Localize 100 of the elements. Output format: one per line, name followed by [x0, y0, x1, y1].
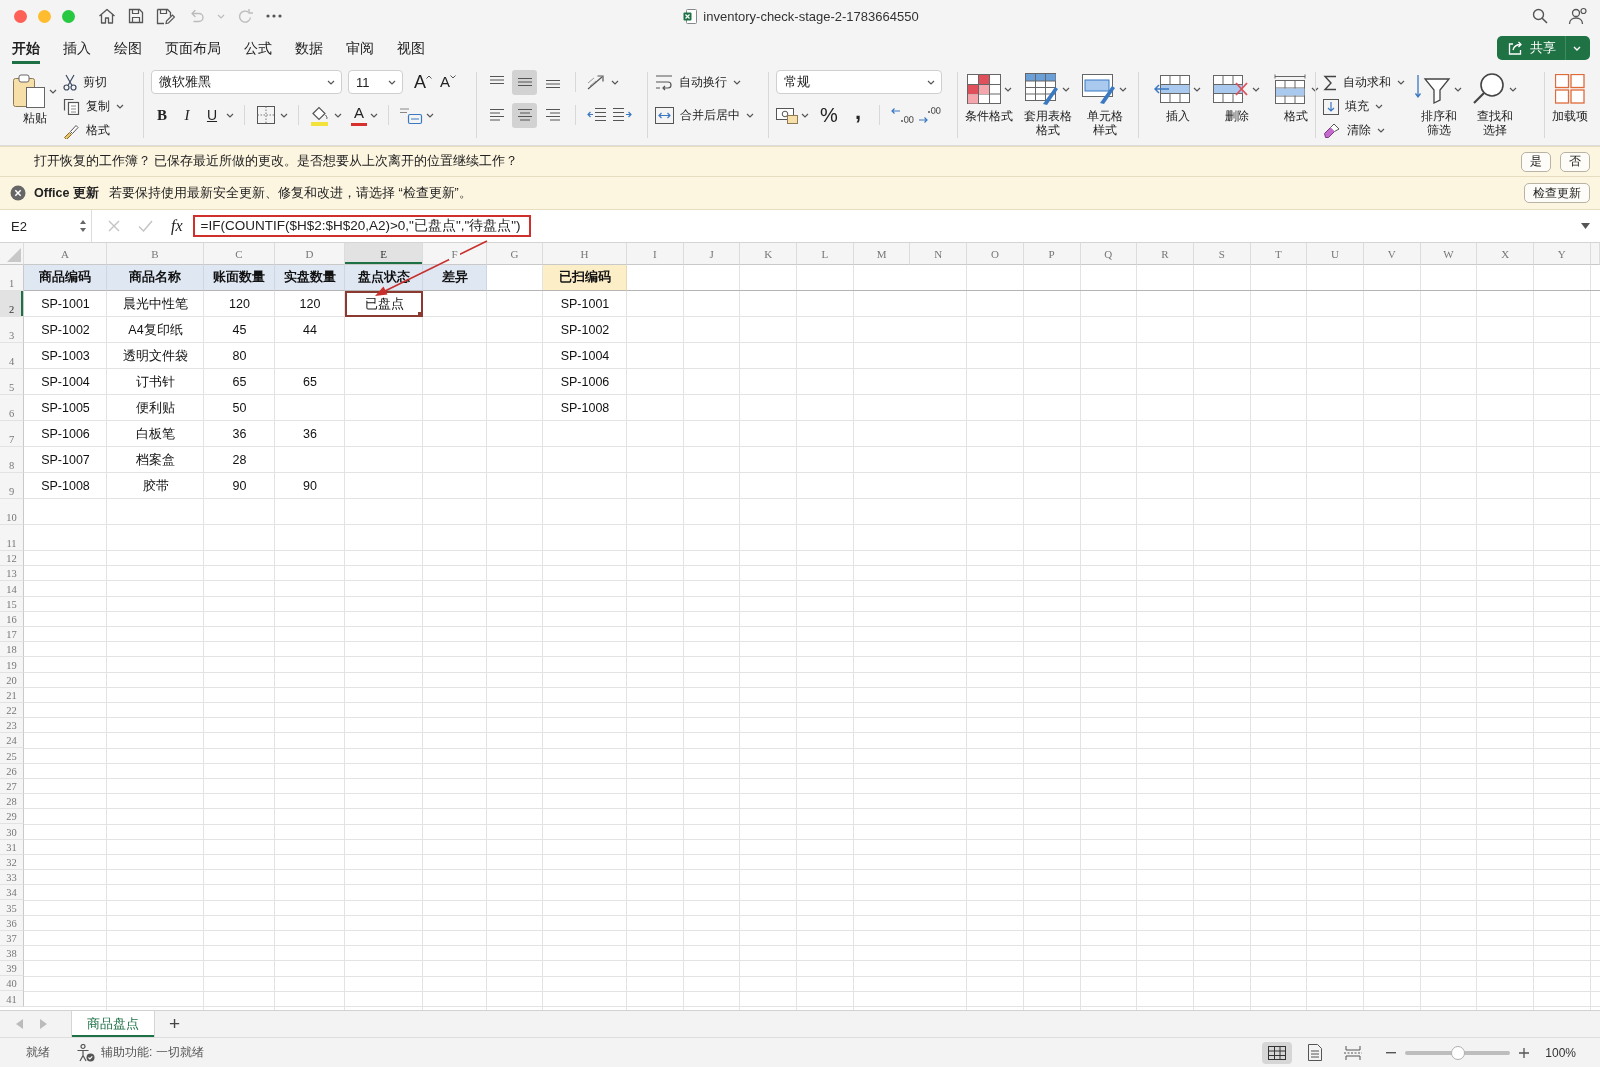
- row-header[interactable]: 10: [0, 499, 24, 525]
- row-header[interactable]: 19: [0, 657, 24, 673]
- italic-button[interactable]: I: [176, 103, 198, 127]
- ribbon-tab[interactable]: 页面布局: [165, 32, 221, 64]
- column-header[interactable]: F: [423, 243, 487, 265]
- column-header[interactable]: I: [627, 243, 684, 265]
- home-icon[interactable]: [98, 8, 116, 24]
- row-header[interactable]: 41: [0, 991, 24, 1007]
- align-middle-button[interactable]: [512, 69, 537, 95]
- column-header[interactable]: X: [1477, 243, 1534, 265]
- row-header[interactable]: 8: [0, 447, 24, 473]
- row-header[interactable]: 39: [0, 961, 24, 977]
- ribbon-tab[interactable]: 开始: [12, 32, 40, 64]
- underline-button[interactable]: U: [201, 103, 223, 127]
- ribbon-tab[interactable]: 视图: [397, 32, 425, 64]
- caret-icon[interactable]: [611, 79, 619, 85]
- caret-icon[interactable]: [1509, 86, 1517, 92]
- expand-icon[interactable]: [1581, 223, 1590, 229]
- caret-icon[interactable]: [1193, 86, 1201, 92]
- row-header[interactable]: 13: [0, 566, 24, 582]
- ribbon-tab[interactable]: 数据: [295, 32, 323, 64]
- row-header[interactable]: 11: [0, 525, 24, 551]
- save-icon[interactable]: [128, 8, 144, 24]
- column-header[interactable]: R: [1137, 243, 1194, 265]
- row-header[interactable]: 7: [0, 421, 24, 447]
- format-as-table-button[interactable]: 套用表格格式: [1023, 70, 1073, 138]
- comma-style-button[interactable]: ,: [847, 103, 869, 127]
- conditional-format-button[interactable]: 条件格式: [965, 70, 1013, 138]
- row-header[interactable]: 2: [0, 291, 24, 317]
- ribbon-tab[interactable]: 插入: [63, 32, 91, 64]
- column-header[interactable]: U: [1307, 243, 1364, 265]
- caret-icon[interactable]: [388, 79, 396, 85]
- people-icon[interactable]: [1568, 7, 1588, 25]
- insert-function-button[interactable]: fx: [171, 217, 183, 235]
- caret-icon[interactable]: [280, 112, 288, 118]
- row-header[interactable]: 25: [0, 748, 24, 764]
- row-header[interactable]: 35: [0, 900, 24, 916]
- font-name-dropdown[interactable]: 微软雅黑: [151, 70, 342, 94]
- font-size-dropdown[interactable]: 11: [348, 70, 403, 94]
- row-header[interactable]: 5: [0, 369, 24, 395]
- caret-icon[interactable]: [327, 79, 335, 85]
- caret-icon[interactable]: [426, 112, 434, 118]
- column-header[interactable]: W: [1420, 243, 1478, 265]
- row-header[interactable]: 28: [0, 794, 24, 810]
- clear-button[interactable]: 清除: [1323, 120, 1405, 141]
- zoom-thumb[interactable]: [1450, 1045, 1465, 1060]
- merge-center-button[interactable]: 合并后居中: [655, 104, 754, 126]
- column-header[interactable]: N: [910, 243, 968, 265]
- borders-button[interactable]: [255, 103, 277, 127]
- caret-icon[interactable]: [1252, 86, 1260, 92]
- caret-icon[interactable]: [226, 112, 234, 118]
- column-header[interactable]: H: [543, 243, 627, 265]
- row-header[interactable]: 34: [0, 885, 24, 901]
- paste-button[interactable]: 粘贴: [12, 70, 57, 141]
- format-painter-button[interactable]: 格式: [63, 120, 124, 141]
- caret-icon[interactable]: [1377, 128, 1385, 133]
- column-header[interactable]: T: [1250, 243, 1308, 265]
- fill-handle[interactable]: [418, 312, 423, 317]
- zoom-out-icon[interactable]: [1386, 1051, 1397, 1054]
- add-sheet-button[interactable]: +: [155, 1011, 195, 1037]
- caret-icon[interactable]: [334, 112, 342, 118]
- caret-icon[interactable]: [801, 112, 809, 118]
- ribbon-tab[interactable]: 公式: [244, 32, 272, 64]
- caret-icon[interactable]: [116, 104, 124, 109]
- normal-view-button[interactable]: [1262, 1041, 1293, 1064]
- info-bar-button[interactable]: 检查更新: [1524, 183, 1590, 203]
- column-header[interactable]: B: [107, 243, 204, 265]
- bold-button[interactable]: B: [151, 103, 173, 127]
- wrap-text-button[interactable]: 自动换行: [655, 71, 741, 93]
- sort-filter-button[interactable]: 排序和筛选: [1415, 70, 1462, 141]
- row-header[interactable]: 18: [0, 642, 24, 658]
- cut-button[interactable]: 剪切: [63, 72, 124, 93]
- caret-icon[interactable]: [733, 79, 741, 85]
- row-header[interactable]: 4: [0, 343, 24, 369]
- align-center-button[interactable]: [512, 102, 537, 128]
- column-header[interactable]: C: [204, 243, 275, 265]
- stepper-icon[interactable]: [79, 218, 87, 234]
- grow-font-button[interactable]: A: [412, 70, 434, 94]
- fill-button[interactable]: 填充: [1323, 96, 1405, 117]
- zoom-in-icon[interactable]: [1519, 1047, 1530, 1058]
- row-header[interactable]: 29: [0, 809, 24, 825]
- info-bar-button[interactable]: 是: [1521, 151, 1551, 172]
- row-header[interactable]: 30: [0, 824, 24, 840]
- percent-button[interactable]: %: [818, 103, 840, 127]
- row-header[interactable]: 24: [0, 733, 24, 749]
- name-box[interactable]: E2: [0, 210, 92, 242]
- column-header[interactable]: J: [683, 243, 741, 265]
- search-icon[interactable]: [1532, 8, 1548, 24]
- column-header[interactable]: A: [24, 243, 107, 265]
- ribbon-tab[interactable]: 绘图: [114, 32, 142, 64]
- column-header[interactable]: V: [1363, 243, 1421, 265]
- delete-cells-button[interactable]: 删除: [1213, 70, 1260, 124]
- row-header[interactable]: 9: [0, 473, 24, 499]
- row-header[interactable]: 1: [0, 265, 24, 291]
- font-color-button[interactable]: A: [351, 104, 367, 126]
- shrink-font-button[interactable]: A: [437, 70, 459, 94]
- column-header[interactable]: Y: [1534, 243, 1591, 265]
- row-header[interactable]: 6: [0, 395, 24, 421]
- add-ins-button[interactable]: 加载项: [1552, 70, 1588, 124]
- column-header[interactable]: K: [740, 243, 798, 265]
